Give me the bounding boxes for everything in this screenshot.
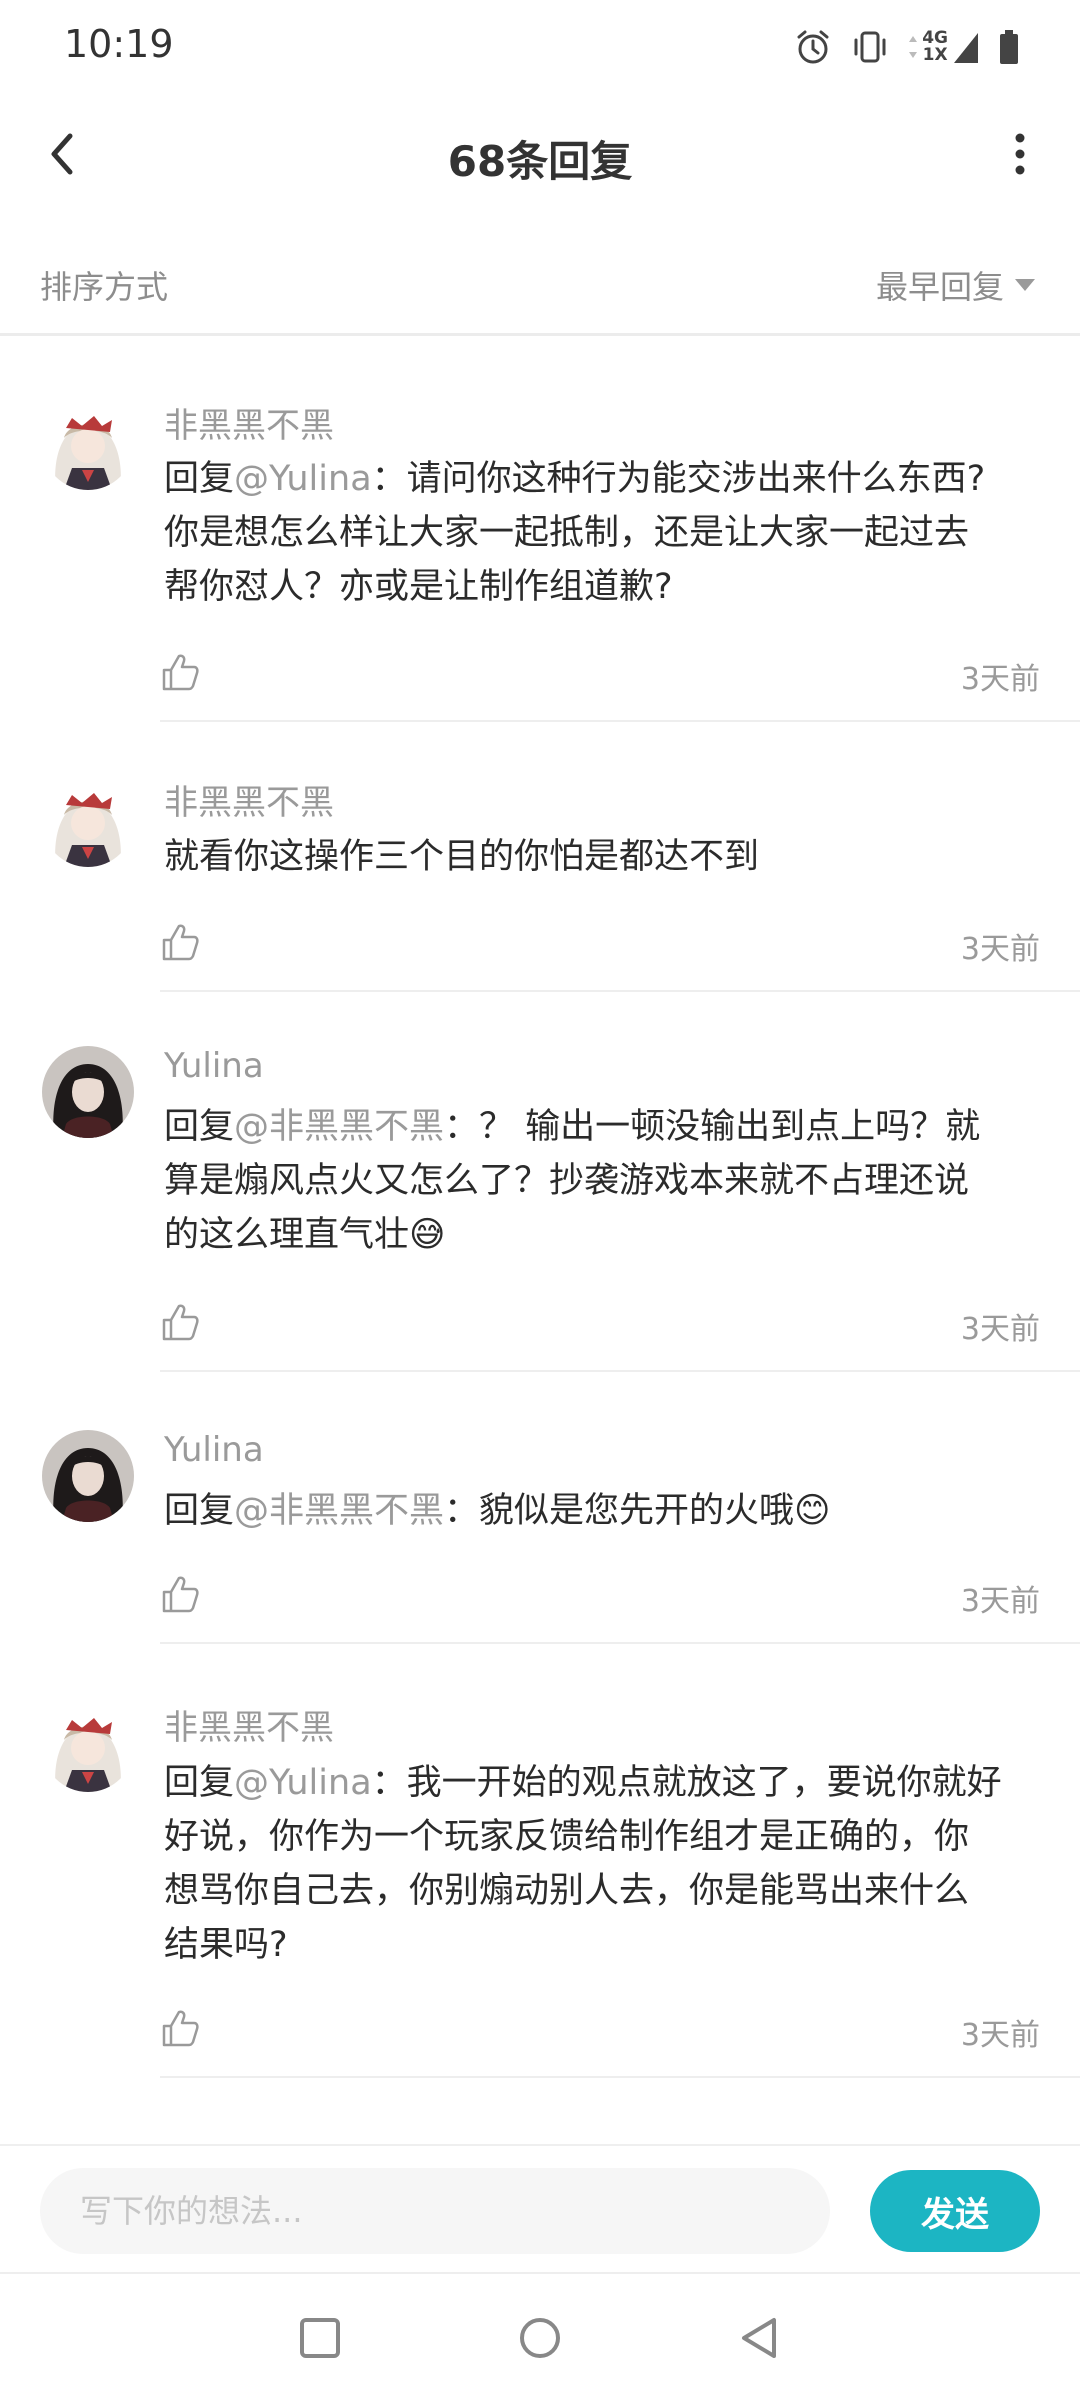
comment-line: 帮你怼人？亦或是让制作组道歉? <box>164 567 673 607</box>
separator: ： <box>371 459 407 499</box>
vibrate-icon <box>854 31 886 63</box>
mention-link[interactable]: @非黑黑不黑 <box>234 1491 444 1531</box>
alarm-icon <box>797 30 829 64</box>
thumbs-up-icon <box>162 924 199 961</box>
separator: ： <box>444 1491 480 1531</box>
like-button[interactable] <box>160 1302 200 1342</box>
network-type: 4G 1X <box>908 30 948 64</box>
comment-line: ？ 输出一顿没输出到点上吗？就 <box>479 1107 981 1147</box>
comment-time: 3天前 <box>960 1584 1040 1619</box>
thumbs-up-icon <box>162 1576 199 1613</box>
comment-line: 想骂你自己去，你别煽动别人去，你是能骂出来什么 <box>164 1871 970 1911</box>
comment-time: 3天前 <box>960 662 1040 697</box>
circle-home-icon <box>520 2318 560 2358</box>
recents-button[interactable] <box>296 2314 344 2362</box>
comment-time: 3天前 <box>960 932 1040 967</box>
thumbs-up-icon <box>162 2010 199 2047</box>
avatar-portrait-image <box>42 1430 134 1522</box>
comment-body: 回复@Yulina：请问你这种行为能交涉出来什么东西? 你是想怎么样让大家一起抵… <box>164 452 1044 614</box>
comment-body: 回复@非黑黑不黑：貌似是您先开的火哦😊 <box>164 1484 1044 1538</box>
reply-input[interactable] <box>40 2168 830 2254</box>
page-title: 68条回复 <box>447 137 633 186</box>
comment-author[interactable]: Yulina <box>164 1430 264 1470</box>
comment-author[interactable]: 非黑黑不黑 <box>164 1700 334 1749</box>
comment-list[interactable]: 非黑黑不黑 回复@Yulina：请问你这种行为能交涉出来什么东西? 你是想怎么样… <box>0 340 1080 2144</box>
comment-author[interactable]: Yulina <box>164 1046 264 1086</box>
comment-line: 的这么理直气壮😅 <box>164 1215 446 1255</box>
more-options-button[interactable] <box>988 122 1052 186</box>
comment-time: 3天前 <box>960 2018 1040 2053</box>
avatar-anime-girl-image <box>42 398 134 490</box>
sort-label: 排序方式 <box>40 268 169 306</box>
divider <box>160 720 1080 722</box>
network-bottom-label: 1X <box>922 45 948 65</box>
home-button[interactable] <box>516 2314 564 2362</box>
divider <box>160 1642 1080 1644</box>
comment-body: 就看你这操作三个目的你怕是都达不到 <box>164 830 1044 884</box>
sort-bar: 排序方式 最早回复 <box>0 240 1080 336</box>
comment-line: 请问你这种行为能交涉出来什么东西? <box>406 459 986 499</box>
avatar-anime-girl-image <box>42 775 134 867</box>
status-bar: 10:19 4G 1X <box>0 0 1080 96</box>
data-arrows-icon <box>909 36 918 58</box>
avatar[interactable] <box>42 775 134 867</box>
more-vertical-icon <box>1015 133 1025 175</box>
comment-line: 你是想怎么样让大家一起抵制，还是让大家一起过去 <box>164 513 970 553</box>
reply-input-bar: 发送 <box>0 2144 1080 2272</box>
like-button[interactable] <box>160 922 200 962</box>
separator: ： <box>444 1107 480 1147</box>
comment-line: 就看你这操作三个目的你怕是都达不到 <box>164 837 760 877</box>
thumbs-up-icon <box>162 654 199 691</box>
status-time: 10:19 <box>64 22 174 66</box>
separator: ： <box>371 1763 407 1803</box>
avatar[interactable] <box>42 1430 134 1522</box>
mention-link[interactable]: @非黑黑不黑 <box>234 1107 444 1147</box>
comment-author[interactable]: 非黑黑不黑 <box>164 398 334 447</box>
divider <box>160 1370 1080 1372</box>
divider <box>160 2076 1080 2078</box>
avatar-portrait-image <box>42 1046 134 1138</box>
system-nav-bar <box>0 2272 1080 2400</box>
mention-link[interactable]: @Yulina <box>234 459 372 499</box>
comment-body: 回复@非黑黑不黑：？ 输出一顿没输出到点上吗？就 算是煽风点火又怎么了？抄袭游戏… <box>164 1100 1044 1262</box>
back-nav-button[interactable] <box>736 2314 784 2362</box>
comment-time: 3天前 <box>960 1312 1040 1347</box>
like-button[interactable] <box>160 1574 200 1614</box>
comment-line: 好说，你作为一个玩家反馈给制作组才是正确的，你 <box>164 1817 970 1857</box>
reply-prefix: 回复 <box>164 1763 235 1803</box>
avatar-anime-girl-image <box>42 2130 134 2144</box>
status-icons: 4G 1X <box>794 24 1020 70</box>
comment-line: 算是煽风点火又怎么了？抄袭游戏本来就不占理还说 <box>164 1161 970 1201</box>
triangle-back-icon <box>742 2318 776 2358</box>
send-button[interactable]: 发送 <box>870 2170 1040 2252</box>
header: 68条回复 <box>0 96 1080 212</box>
like-button[interactable] <box>160 652 200 692</box>
avatar[interactable] <box>42 398 134 490</box>
reply-prefix: 回复 <box>164 1107 235 1147</box>
mention-link[interactable]: @Yulina <box>234 1763 372 1803</box>
comment-line: 结果吗? <box>164 1925 288 1965</box>
caret-down-icon <box>1015 279 1035 291</box>
divider <box>160 990 1080 992</box>
avatar[interactable] <box>42 2130 134 2144</box>
like-button[interactable] <box>160 2008 200 2048</box>
comment-body: 回复@Yulina：我一开始的观点就放这了，要说你就好 好说，你作为一个玩家反馈… <box>164 1756 1044 1972</box>
sort-value: 最早回复 <box>875 268 1004 306</box>
reply-prefix: 回复 <box>164 459 235 499</box>
comment-author[interactable]: 非黑黑不黑 <box>164 775 334 824</box>
reply-prefix: 回复 <box>164 1491 235 1531</box>
square-recents-icon <box>300 2318 340 2358</box>
avatar-anime-girl-image <box>42 1700 134 1792</box>
avatar[interactable] <box>42 1700 134 1792</box>
avatar[interactable] <box>42 1046 134 1138</box>
comment-line: 貌似是您先开的火哦😊 <box>479 1491 831 1531</box>
comment-line: 我一开始的观点就放这了，要说你就好 <box>406 1763 1002 1803</box>
battery-icon <box>1000 30 1018 64</box>
thumbs-up-icon <box>162 1304 199 1341</box>
signal-icon <box>954 33 978 63</box>
sort-dropdown[interactable]: 最早回复 <box>876 262 1036 308</box>
